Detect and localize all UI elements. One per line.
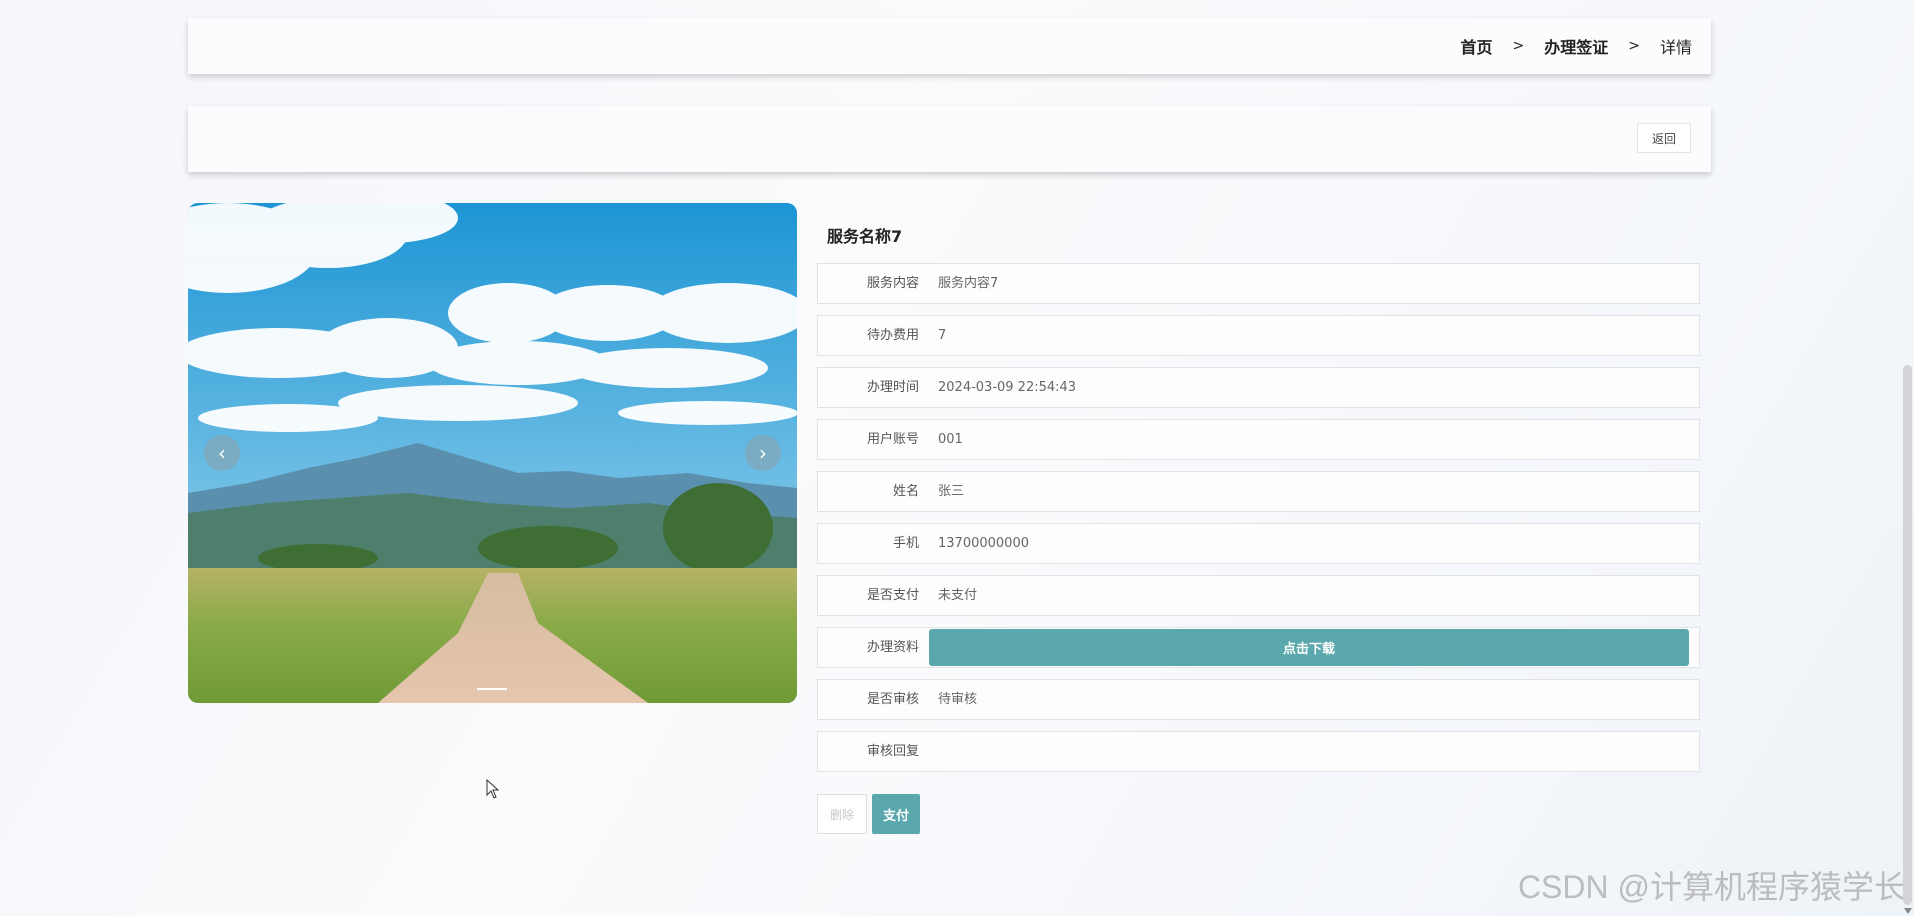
- field-value: 服务内容7: [938, 276, 999, 291]
- breadcrumb-current: 详情: [1659, 38, 1692, 57]
- chevron-right-icon: ›: [759, 441, 767, 465]
- field-value: 001: [938, 432, 963, 447]
- field-row-phone: 手机 13700000000: [817, 523, 1700, 564]
- breadcrumb-card: 首页 > 办理签证 > 详情: [188, 18, 1711, 74]
- field-label: 姓名: [892, 484, 919, 499]
- field-label: 办理时间: [866, 380, 919, 395]
- page: 首页 > 办理签证 > 详情 返回 ‹ › 服务名称7 服务内容 服务内容7 待…: [0, 0, 1914, 916]
- mouse-cursor-icon: [486, 779, 500, 799]
- carousel-next-button[interactable]: ›: [745, 435, 781, 471]
- scroll-down-arrow-icon[interactable]: [1904, 908, 1912, 914]
- landscape-image: [188, 203, 797, 703]
- field-value: 未支付: [938, 588, 978, 603]
- field-row-paid: 是否支付 未支付: [817, 575, 1700, 616]
- field-row-fee: 待办费用 7: [817, 315, 1700, 356]
- delete-button[interactable]: 删除: [817, 794, 867, 834]
- field-value: 13700000000: [938, 536, 1029, 551]
- field-row-review-reply: 审核回复: [817, 731, 1700, 772]
- field-label: 用户账号: [866, 432, 919, 447]
- field-value: 2024-03-09 22:54:43: [938, 380, 1077, 395]
- watermark: CSDN @计算机程序猿学长: [1517, 869, 1906, 905]
- chevron-left-icon: ‹: [218, 441, 226, 465]
- breadcrumb-home[interactable]: 首页: [1460, 34, 1492, 58]
- breadcrumb-visa[interactable]: 办理签证: [1544, 34, 1608, 58]
- field-label: 手机: [892, 536, 919, 551]
- image-carousel: ‹ ›: [188, 203, 797, 703]
- download-button[interactable]: 点击下载: [929, 629, 1689, 666]
- field-label: 是否审核: [866, 692, 919, 707]
- field-row-materials: 办理资料 点击下载: [817, 627, 1700, 668]
- back-button[interactable]: 返回: [1637, 123, 1691, 153]
- pay-button[interactable]: 支付: [872, 794, 920, 834]
- field-value: 张三: [938, 484, 965, 499]
- field-label: 是否支付: [866, 588, 919, 603]
- field-value: 待审核: [938, 692, 978, 707]
- field-label: 办理资料: [866, 640, 919, 655]
- breadcrumb-separator: >: [1628, 38, 1640, 54]
- field-row-service-content: 服务内容 服务内容7: [817, 263, 1700, 304]
- scrollbar[interactable]: [1902, 0, 1914, 916]
- field-row-time: 办理时间 2024-03-09 22:54:43: [817, 367, 1700, 408]
- service-title: 服务名称7: [827, 227, 903, 246]
- scrollbar-thumb[interactable]: [1903, 365, 1912, 905]
- field-label: 服务内容: [866, 276, 919, 291]
- breadcrumb: 首页 > 办理签证 > 详情: [1460, 18, 1692, 74]
- toolbar-card: 返回: [188, 106, 1711, 172]
- field-row-review: 是否审核 待审核: [817, 679, 1700, 720]
- field-row-name: 姓名 张三: [817, 471, 1700, 512]
- carousel-indicator[interactable]: [477, 688, 507, 690]
- field-value: 7: [938, 328, 947, 343]
- carousel-prev-button[interactable]: ‹: [204, 435, 240, 471]
- field-label: 审核回复: [866, 744, 919, 759]
- field-label: 待办费用: [866, 328, 919, 343]
- breadcrumb-separator: >: [1512, 38, 1525, 54]
- field-row-account: 用户账号 001: [817, 419, 1700, 460]
